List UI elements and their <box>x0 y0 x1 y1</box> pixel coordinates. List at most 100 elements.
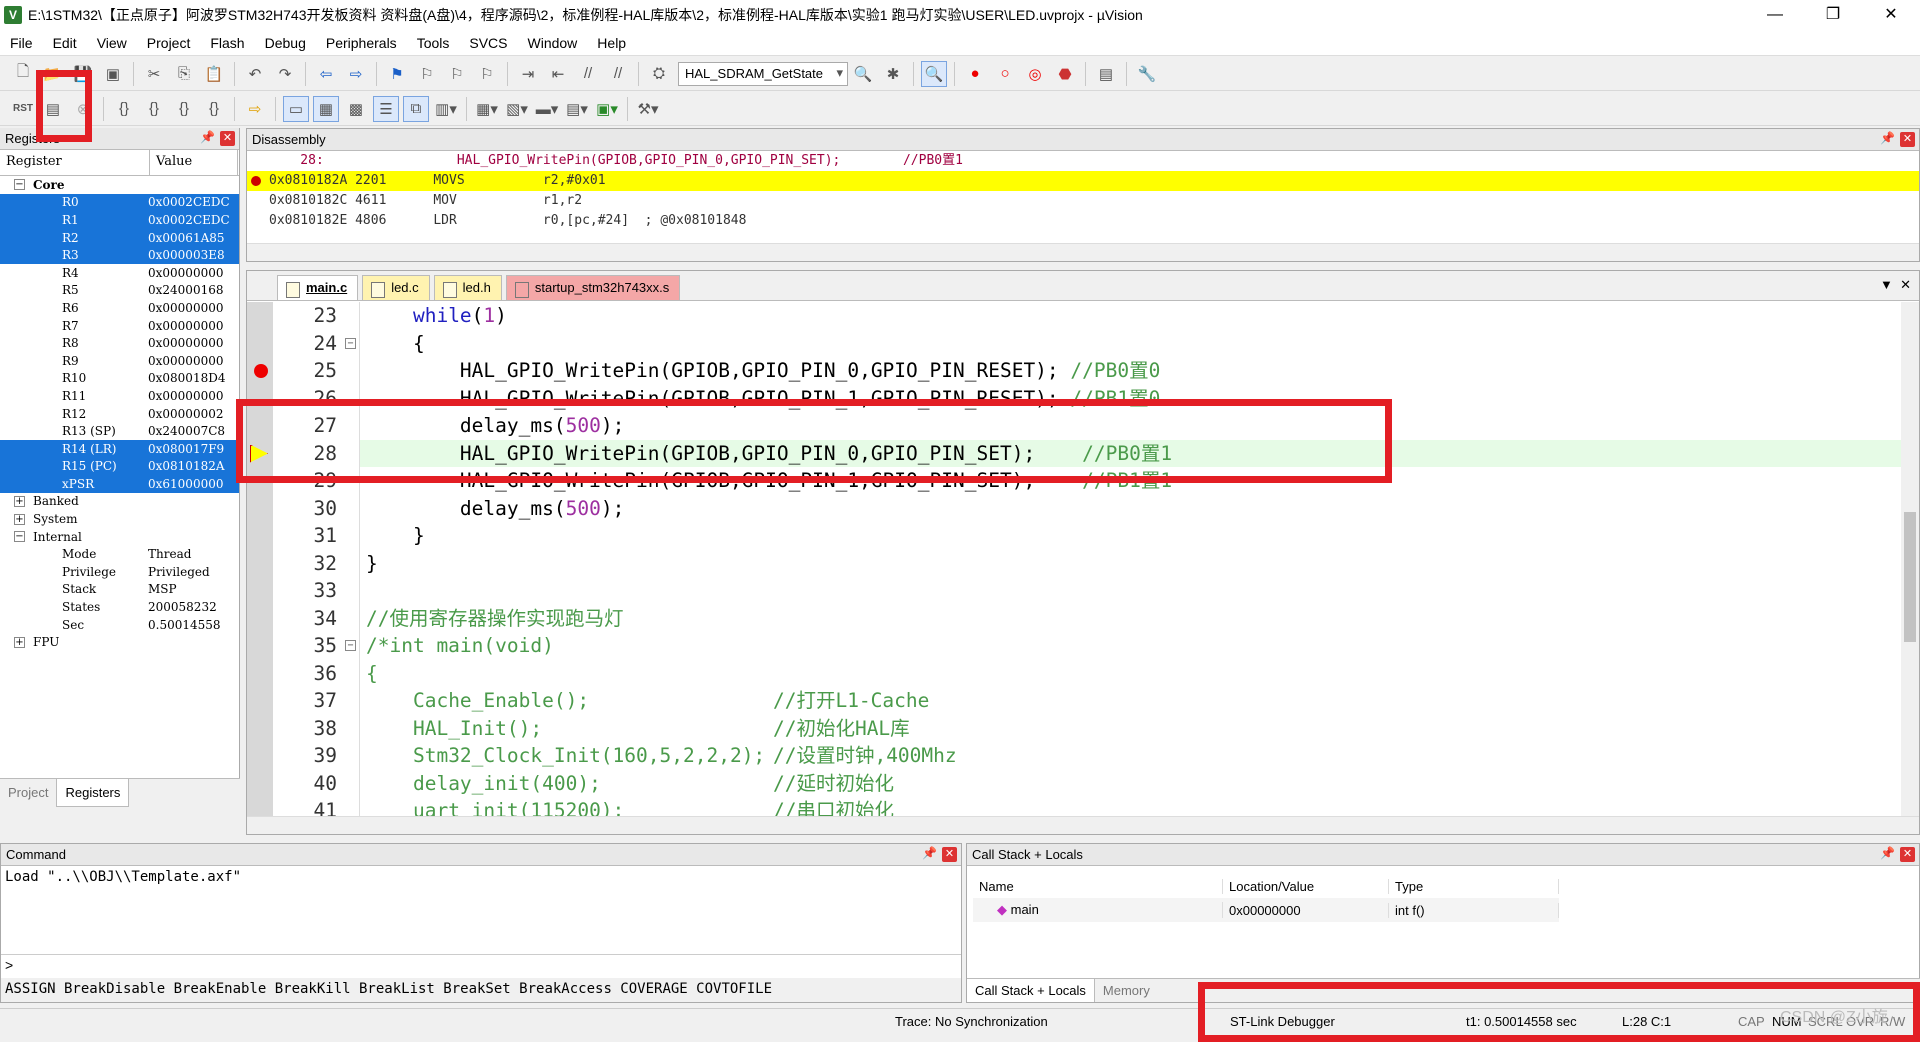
trace-window-icon[interactable]: ▤▾ <box>564 96 590 122</box>
save-all-icon[interactable]: ▣ <box>100 61 126 87</box>
register-row[interactable]: R2 0x00061A85 <box>0 228 239 247</box>
menu-window[interactable]: Window <box>518 35 588 51</box>
register-row[interactable]: R5 0x24000168 <box>0 282 239 300</box>
menu-tools[interactable]: Tools <box>407 35 460 51</box>
tab-registers[interactable]: Registers <box>56 779 130 807</box>
close-icon[interactable]: ✕ <box>942 847 957 862</box>
register-value[interactable]: Thread <box>148 547 239 561</box>
step-icon[interactable]: {} <box>111 96 137 122</box>
register-row[interactable]: R14 (LR) 0x080017F9 <box>0 439 239 458</box>
pin-icon[interactable]: 📌 <box>200 130 215 144</box>
register-value[interactable]: 0.50014558 <box>148 618 239 632</box>
register-row[interactable]: R8 0x00000000 <box>0 334 239 352</box>
register-row[interactable]: R15 (PC) 0x0810182A <box>0 457 239 476</box>
register-row[interactable]: Mode Thread <box>0 545 239 563</box>
new-file-icon[interactable]: 🗋 <box>10 61 36 87</box>
horizontal-scrollbar[interactable] <box>247 816 1919 834</box>
copy-icon[interactable]: ⎘ <box>171 61 197 87</box>
register-value[interactable]: MSP <box>148 582 239 596</box>
tab-led-h[interactable]: led.h <box>433 275 502 300</box>
bookmark-prev-icon[interactable]: ⚐ <box>414 61 440 87</box>
register-value[interactable]: 0x080018D4 <box>148 371 239 385</box>
scrollbar-thumb[interactable] <box>1904 512 1916 642</box>
disassembly-line[interactable]: 0x0810182C 4611 MOV r1,r2 <box>247 191 1919 211</box>
collapse-icon[interactable]: − <box>14 179 25 191</box>
disable-breakpoints-icon[interactable]: ◎ <box>1022 61 1048 87</box>
find-in-files-icon[interactable]: 🔍 <box>850 61 876 87</box>
tab-memory[interactable]: Memory <box>1095 979 1158 1002</box>
breakpoint-icon[interactable] <box>254 364 268 378</box>
register-value[interactable]: 0x0002CEDC <box>148 213 239 227</box>
tab-callstack-locals[interactable]: Call Stack + Locals <box>967 979 1095 1002</box>
run-to-cursor-icon[interactable]: {} <box>201 96 227 122</box>
minimize-button[interactable]: — <box>1746 0 1804 30</box>
indent-icon[interactable]: ⇥ <box>515 61 541 87</box>
tab-project[interactable]: Project <box>0 779 56 806</box>
register-row[interactable]: R6 0x00000000 <box>0 299 239 317</box>
close-icon[interactable]: ✕ <box>1900 132 1915 147</box>
callstack-row[interactable]: ◆ main 0x00000000 int f() <box>973 898 1559 922</box>
enable-breakpoint-icon[interactable]: ○ <box>992 61 1018 87</box>
watch-window-icon[interactable]: ▥▾ <box>433 96 459 122</box>
register-row[interactable]: R13 (SP) 0x240007C8 <box>0 422 239 440</box>
code-area[interactable]: 23 while(1) 24− { 25 HAL_GPIO_WritePin(G… <box>247 302 1901 816</box>
register-row[interactable]: R0 0x0002CEDC <box>0 193 239 212</box>
registers-window-icon[interactable]: ☰ <box>373 95 399 122</box>
group-internal[interactable]: − Internal <box>0 528 239 546</box>
fold-icon[interactable]: − <box>345 640 356 651</box>
pin-icon[interactable]: 📌 <box>1880 131 1895 145</box>
disassembly-body[interactable]: 28: HAL_GPIO_WritePin(GPIOB,GPIO_PIN_0,G… <box>247 151 1919 231</box>
menu-file[interactable]: File <box>0 35 43 51</box>
register-value[interactable]: 0x0810182A <box>148 459 239 473</box>
register-value[interactable]: Privileged <box>148 565 239 579</box>
nav-forward-icon[interactable]: ⇨ <box>343 61 369 87</box>
register-row[interactable]: R3 0x000003E8 <box>0 246 239 264</box>
command-input[interactable]: > <box>1 954 961 976</box>
vertical-scrollbar[interactable] <box>1901 302 1919 816</box>
fold-icon[interactable]: − <box>345 337 356 349</box>
menu-peripherals[interactable]: Peripherals <box>316 35 407 51</box>
analysis-window-icon[interactable]: ▬▾ <box>534 96 560 122</box>
register-value[interactable]: 0x00061A85 <box>148 231 239 245</box>
col-location[interactable]: Location/Value <box>1223 878 1389 894</box>
insert-breakpoint-icon[interactable]: ● <box>962 61 988 87</box>
toolbox-icon[interactable]: ⚒▾ <box>635 96 661 122</box>
expand-icon[interactable]: + <box>14 513 25 525</box>
register-value[interactable]: 0x00000002 <box>148 407 239 421</box>
register-value[interactable]: 0x00000000 <box>148 389 239 403</box>
call-stack-icon[interactable]: ⧉ <box>403 95 429 122</box>
menu-view[interactable]: View <box>87 35 137 51</box>
reset-icon[interactable]: RST <box>10 96 36 122</box>
paste-icon[interactable]: 📋 <box>201 61 227 87</box>
collapse-icon[interactable]: − <box>14 531 25 543</box>
group-system[interactable]: + System <box>0 510 239 528</box>
menu-help[interactable]: Help <box>587 35 636 51</box>
register-row[interactable]: R11 0x00000000 <box>0 387 239 405</box>
register-value[interactable]: 0x00000000 <box>148 354 239 368</box>
tab-startup[interactable]: startup_stm32h743xx.s <box>505 275 681 300</box>
uncomment-icon[interactable]: // <box>605 61 631 87</box>
menu-edit[interactable]: Edit <box>43 35 87 51</box>
register-row[interactable]: Stack MSP <box>0 581 239 599</box>
register-value[interactable]: 0x080017F9 <box>148 442 239 456</box>
cut-icon[interactable]: ✂ <box>141 61 167 87</box>
undo-icon[interactable]: ↶ <box>242 61 268 87</box>
tab-led-c[interactable]: led.c <box>362 275 430 300</box>
register-value[interactable]: 0x000003E8 <box>148 248 239 262</box>
pin-icon[interactable]: 📌 <box>1880 846 1895 860</box>
register-value[interactable]: 0x00000000 <box>148 319 239 333</box>
register-value[interactable]: 0x61000000 <box>148 477 239 491</box>
disassembly-current-line[interactable]: 0x0810182A 2201 MOVS r2,#0x01 <box>247 171 1919 191</box>
step-out-icon[interactable]: {} <box>171 96 197 122</box>
serial-window-icon[interactable]: ▧▾ <box>504 96 530 122</box>
register-row[interactable]: xPSR 0x61000000 <box>0 475 239 493</box>
symbols-window-icon[interactable]: ▩ <box>343 96 369 122</box>
register-value[interactable]: 0x00000000 <box>148 336 239 350</box>
incremental-find-icon[interactable]: ✱ <box>880 61 906 87</box>
register-value[interactable]: 0x24000168 <box>148 283 239 297</box>
kill-breakpoints-icon[interactable]: ⬣ <box>1052 61 1078 87</box>
debug-session-icon[interactable]: 🔍 <box>921 60 947 87</box>
disassembly-source-line[interactable]: 28: HAL_GPIO_WritePin(GPIOB,GPIO_PIN_0,G… <box>247 151 1919 171</box>
register-row[interactable]: R10 0x080018D4 <box>0 370 239 388</box>
disassembly-window-icon[interactable]: ▦ <box>313 95 339 122</box>
